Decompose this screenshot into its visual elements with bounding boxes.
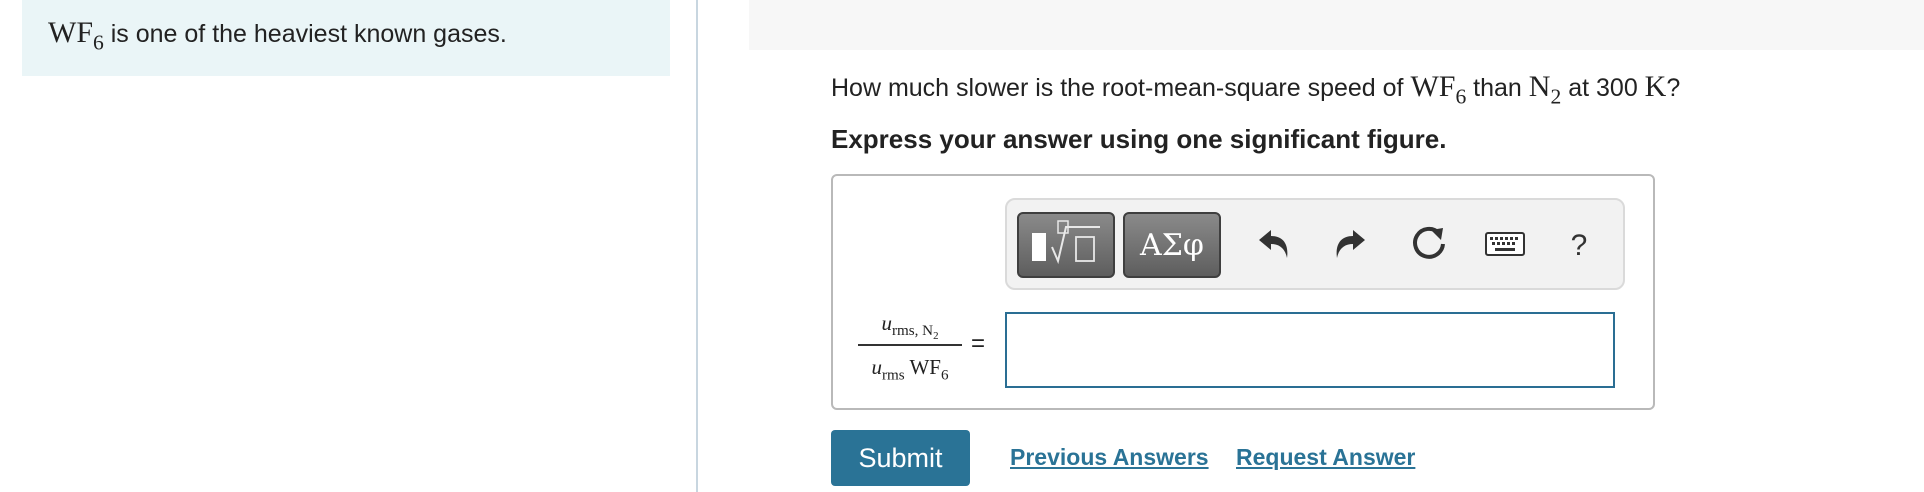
templates-button[interactable] <box>1017 212 1115 278</box>
question-part-2: than <box>1466 74 1529 102</box>
question-formula-wf6-sub: 6 <box>1455 84 1467 109</box>
pane-divider <box>696 0 698 492</box>
denominator-formula: WF <box>904 355 941 379</box>
question-part-1: How much slower is the root-mean-square … <box>831 74 1411 102</box>
numerator-variable: u <box>881 311 892 335</box>
intro-formula-sub: 6 <box>93 30 104 55</box>
question-unit-k: K <box>1644 70 1667 103</box>
intro-text: WF6 is one of the heaviest known gases. <box>48 16 507 53</box>
numerator-subscript: rms, N <box>891 323 934 340</box>
math-toolbar: ΑΣφ ? <box>1005 198 1625 290</box>
question-formula-n2-base: N <box>1528 70 1551 103</box>
intro-statement: is one of the heaviest known gases. <box>103 20 507 48</box>
request-answer-link[interactable]: Request Answer <box>1236 444 1415 471</box>
keyboard-button[interactable] <box>1483 224 1527 268</box>
ratio-numerator: urms, N2 <box>881 306 939 343</box>
question-formula-n2-sub: 2 <box>1550 84 1562 109</box>
redo-button[interactable] <box>1329 224 1373 268</box>
intro-formula-base: WF <box>48 16 93 49</box>
question-formula-wf6: WF6 <box>1410 70 1466 107</box>
denominator-subscript: rms <box>881 367 905 384</box>
keyboard-icon <box>1485 230 1525 263</box>
ratio-denominator: urms WF6 <box>871 350 948 384</box>
help-button[interactable]: ? <box>1557 224 1601 268</box>
question-part-4: ? <box>1666 74 1681 102</box>
templates-icon <box>1028 217 1104 274</box>
undo-button[interactable] <box>1251 224 1295 268</box>
question-text: How much slower is the root-mean-square … <box>831 70 1681 107</box>
answer-input[interactable] <box>1005 312 1615 388</box>
denominator-formula-sub: 6 <box>940 367 949 384</box>
undo-icon <box>1253 224 1293 269</box>
redo-icon <box>1331 224 1371 269</box>
ratio-label: urms, N2 urms WF6 <box>855 306 965 384</box>
equals-sign: = <box>971 330 986 357</box>
answer-panel: ΑΣφ ? urms, N2 urms WF6 = <box>831 174 1655 410</box>
question-formula-wf6-base: WF <box>1410 70 1456 103</box>
symbols-button[interactable]: ΑΣφ <box>1123 212 1221 278</box>
intro-formula: WF6 <box>48 16 104 53</box>
fraction-bar <box>858 344 962 346</box>
problem-intro: WF6 is one of the heaviest known gases. <box>22 0 670 76</box>
numerator-subscript-2: 2 <box>933 330 939 343</box>
question-part-3: at 300 <box>1561 74 1645 102</box>
question-formula-n2: N2 <box>1528 70 1561 107</box>
reset-button[interactable] <box>1407 224 1451 268</box>
answer-instruction: Express your answer using one significan… <box>831 124 1447 154</box>
previous-answers-link[interactable]: Previous Answers <box>1010 444 1209 471</box>
denominator-variable: u <box>871 355 882 379</box>
reset-icon <box>1409 224 1449 269</box>
part-header <box>749 0 1924 50</box>
submit-button[interactable]: Submit <box>831 430 970 486</box>
